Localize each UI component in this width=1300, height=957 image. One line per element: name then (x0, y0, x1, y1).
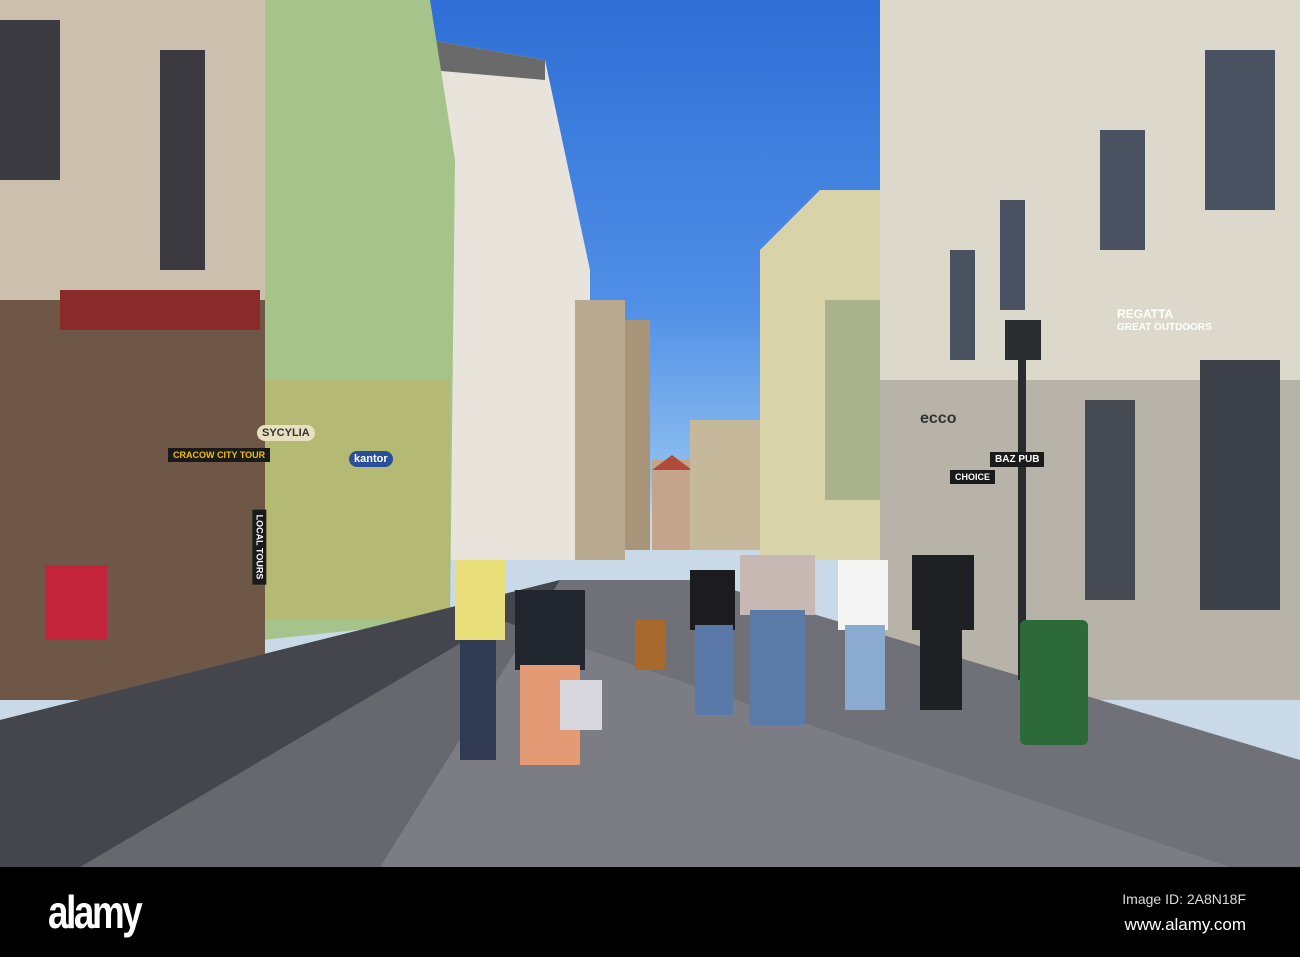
street-scene (0, 0, 1300, 867)
website-link[interactable]: www.alamy.com (1124, 915, 1246, 935)
watermark-footer: alamy Image ID: 2A8N18F www.alamy.com (0, 867, 1300, 957)
ecco-sign: ecco (920, 410, 957, 427)
local-tours-sign: LOCAL TOURS (252, 509, 267, 585)
street-photo: SYCYLIA kantor CRACOW CITY TOUR LOCAL TO… (0, 0, 1300, 867)
regatta-subtitle: GREAT OUTDOORS (1117, 322, 1212, 333)
sycylia-sign: SYCYLIA (257, 425, 315, 441)
image-id: Image ID: 2A8N18F (1122, 891, 1246, 907)
baz-pub-sign: BAZ PUB (990, 452, 1045, 467)
choice-sign: CHOICE (950, 470, 996, 484)
alamy-logo: alamy (48, 886, 143, 938)
cracow-city-tour-sign: CRACOW CITY TOUR (168, 448, 271, 462)
kantor-sign: kantor (349, 451, 393, 467)
